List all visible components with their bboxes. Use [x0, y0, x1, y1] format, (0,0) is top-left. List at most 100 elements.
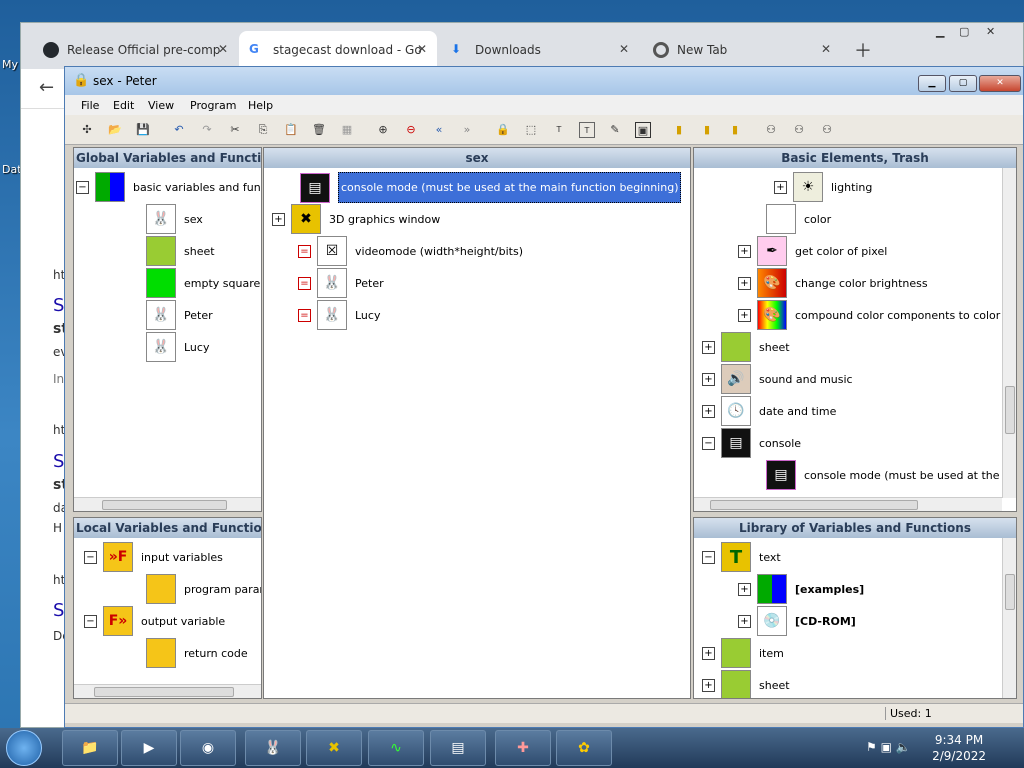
- menu-view[interactable]: View: [148, 99, 174, 112]
- tree-item[interactable]: + sheet: [702, 332, 790, 362]
- tree-item[interactable]: 🐰 sex: [146, 204, 203, 234]
- tree-item[interactable]: − basic variables and funct: [76, 172, 261, 202]
- equals-icon[interactable]: =: [298, 308, 311, 322]
- tree-item[interactable]: + [examples]: [738, 574, 864, 604]
- close-icon[interactable]: ✕: [821, 42, 831, 56]
- collapse-icon[interactable]: −: [702, 550, 715, 564]
- close-button[interactable]: ✕: [979, 75, 1021, 92]
- tree-item[interactable]: ▤ console mode (must be used at the main: [766, 460, 1016, 490]
- tree-item[interactable]: + 🎨 compound color components to color: [738, 300, 1000, 330]
- text-box-icon[interactable]: T: [579, 122, 595, 138]
- close-icon[interactable]: ✕: [417, 42, 427, 56]
- expand-icon[interactable]: +: [738, 276, 751, 290]
- tree-item[interactable]: = 🐰 Peter: [298, 268, 384, 298]
- desktop-label-dat[interactable]: Dat: [2, 163, 22, 176]
- tree-item[interactable]: + 💿 [CD-ROM]: [738, 606, 856, 636]
- start-button[interactable]: [6, 730, 42, 766]
- h-scrollbar[interactable]: [74, 497, 261, 511]
- menu-file[interactable]: File: [81, 99, 99, 112]
- tab-downloads[interactable]: ⬇ Downloads ✕: [441, 31, 639, 69]
- tree-item[interactable]: = 🐰 Lucy: [298, 300, 380, 330]
- tree-item[interactable]: + 🕓 date and time: [702, 396, 836, 426]
- lock-yellow-icon[interactable]: ▮: [671, 122, 687, 138]
- expand-icon[interactable]: +: [738, 308, 751, 322]
- rewind-icon[interactable]: «: [431, 122, 447, 138]
- taskbar-app-3d[interactable]: ✖: [306, 730, 362, 766]
- expand-icon[interactable]: +: [738, 582, 751, 596]
- binoculars-icon[interactable]: ⚇: [763, 122, 779, 138]
- tree-item[interactable]: − »F input variables: [84, 542, 223, 572]
- expand-icon[interactable]: +: [702, 340, 715, 354]
- lock-yellow-icon[interactable]: ▮: [699, 122, 715, 138]
- equals-icon[interactable]: =: [298, 276, 311, 290]
- tab-google[interactable]: G stagecast download - Go ✕: [239, 31, 437, 69]
- close-icon[interactable]: ✕: [619, 42, 629, 56]
- taskbar-cmd[interactable]: ▤: [430, 730, 486, 766]
- edit-icon[interactable]: ✎: [607, 122, 623, 138]
- v-scrollbar[interactable]: [1002, 538, 1016, 698]
- select-icon[interactable]: ⬚: [523, 122, 539, 138]
- taskbar-app-grid[interactable]: ✚: [495, 730, 551, 766]
- tree-item[interactable]: + 🔊 sound and music: [702, 364, 853, 394]
- taskbar-media[interactable]: ▶: [121, 730, 177, 766]
- taskbar-explorer[interactable]: 📁: [62, 730, 118, 766]
- taskbar-app-flower[interactable]: ✿: [556, 730, 612, 766]
- equals-icon[interactable]: =: [298, 244, 311, 258]
- h-scrollbar[interactable]: [74, 684, 261, 698]
- window-icon[interactable]: ▣: [635, 122, 651, 138]
- open-icon[interactable]: 📂: [107, 122, 123, 138]
- cut-icon[interactable]: ✂: [227, 122, 243, 138]
- redo-icon[interactable]: ↷: [199, 122, 215, 138]
- tray-icons[interactable]: ⚑ ▣ 🔈: [866, 740, 911, 754]
- tree-item[interactable]: program parame: [146, 574, 261, 604]
- tree-item[interactable]: + ✒ get color of pixel: [738, 236, 887, 266]
- minimize-button[interactable]: ▁: [936, 25, 944, 38]
- trash-icon[interactable]: 🗑: [311, 122, 327, 138]
- tree-item[interactable]: − ▤ console: [702, 428, 801, 458]
- zoom-out-icon[interactable]: ⊖: [403, 122, 419, 138]
- zoom-in-icon[interactable]: ⊕: [375, 122, 391, 138]
- expand-icon[interactable]: +: [774, 180, 787, 194]
- save-icon[interactable]: 💾: [135, 122, 151, 138]
- new-tab-button[interactable]: ＋: [854, 37, 872, 63]
- taskbar-app-bunny[interactable]: 🐰: [245, 730, 301, 766]
- binoculars-icon[interactable]: ⚇: [819, 122, 835, 138]
- forward-icon[interactable]: »: [459, 122, 475, 138]
- h-scrollbar[interactable]: [694, 497, 1002, 511]
- desktop-label-my[interactable]: My: [2, 58, 18, 71]
- paste-icon[interactable]: 📋: [283, 122, 299, 138]
- tree-item[interactable]: color: [766, 204, 831, 234]
- tree-item[interactable]: return code: [146, 638, 248, 668]
- tree-item[interactable]: − F» output variable: [84, 606, 225, 636]
- undo-icon[interactable]: ↶: [171, 122, 187, 138]
- copy-icon[interactable]: ⎘: [255, 122, 271, 138]
- v-scrollbar[interactable]: [1002, 168, 1016, 498]
- expand-icon[interactable]: +: [272, 212, 285, 226]
- expand-icon[interactable]: +: [702, 372, 715, 386]
- tree-item[interactable]: 🐰 Peter: [146, 300, 213, 330]
- expand-icon[interactable]: +: [738, 614, 751, 628]
- expand-icon[interactable]: +: [738, 244, 751, 258]
- collapse-icon[interactable]: −: [702, 436, 715, 450]
- menu-help[interactable]: Help: [248, 99, 273, 112]
- clock[interactable]: 9:34 PM 2/9/2022: [932, 732, 986, 764]
- grid-icon[interactable]: ▦: [339, 122, 355, 138]
- expand-icon[interactable]: +: [702, 646, 715, 660]
- taskbar-app-wave[interactable]: ∿: [368, 730, 424, 766]
- tree-item[interactable]: + item: [702, 638, 784, 668]
- close-button[interactable]: ✕: [986, 25, 995, 38]
- close-icon[interactable]: ✕: [218, 42, 228, 56]
- lock-icon[interactable]: 🔒: [495, 122, 511, 138]
- collapse-icon[interactable]: −: [84, 614, 97, 628]
- minimize-button[interactable]: ▁: [918, 75, 946, 92]
- back-icon[interactable]: ←: [39, 77, 54, 98]
- lock-yellow-icon[interactable]: ▮: [727, 122, 743, 138]
- tree-item[interactable]: + 🎨 change color brightness: [738, 268, 928, 298]
- tab-newtab[interactable]: New Tab ✕: [643, 31, 841, 69]
- maximize-button[interactable]: ▢: [949, 75, 977, 92]
- menu-edit[interactable]: Edit: [113, 99, 134, 112]
- menu-program[interactable]: Program: [190, 99, 236, 112]
- network-icon[interactable]: ✣: [79, 122, 95, 138]
- tree-item[interactable]: + ✖ 3D graphics window: [272, 204, 440, 234]
- expand-icon[interactable]: +: [702, 678, 715, 692]
